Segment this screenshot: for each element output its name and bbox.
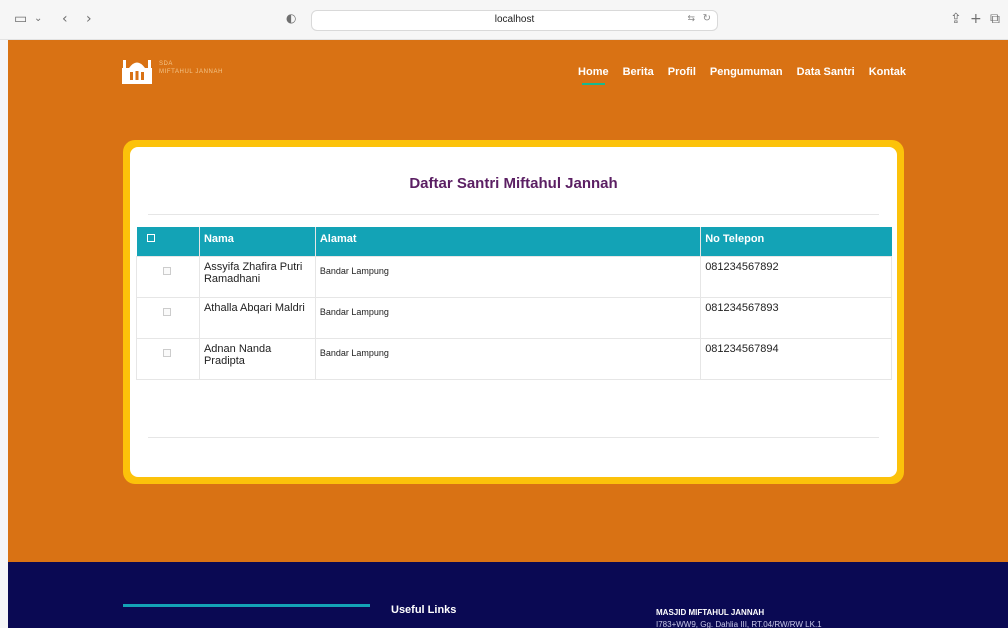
tabs-overview-icon[interactable]: ⧉ [990, 11, 1000, 27]
cell-alamat: Bandar Lampung [314, 337, 702, 380]
column-header-telepon: No Telepon [705, 233, 765, 245]
row-select-cell [136, 337, 200, 380]
footer: Useful Links MASJID MIFTAHUL JANNAH I783… [8, 562, 1008, 628]
santri-card-frame: Daftar Santri Miftahul Jannah Nama Alama… [123, 140, 904, 484]
main-nav: Home Berita Profil Pengumuman Data Santr… [578, 66, 906, 85]
page-title: Daftar Santri Miftahul Jannah [409, 175, 618, 192]
row-select-cell [136, 296, 200, 339]
footer-masjid-name: MASJID MIFTAHUL JANNAH [656, 608, 765, 617]
cell-telepon: 081234567894 [700, 337, 892, 380]
cell-alamat: Bandar Lampung [314, 296, 702, 339]
nav-kontak[interactable]: Kontak [869, 66, 906, 78]
shield-icon[interactable]: ◐ [286, 11, 296, 25]
footer-useful-links-heading: Useful Links [391, 604, 457, 616]
cell-nama: Assyifa Zhafira Putri Ramadhani [198, 255, 316, 298]
address-bar[interactable]: localhost ⇆ ↻ [311, 10, 718, 31]
sidebar-toggle-icon[interactable]: ▭ [14, 11, 27, 27]
cell-alamat: Bandar Lampung [314, 255, 702, 298]
browser-toolbar: ▭ ⌄ ‹ › ◐ localhost ⇆ ↻ ⇪ + ⧉ [0, 0, 1008, 40]
row-checkbox[interactable] [163, 266, 171, 275]
mosque-logo-icon [122, 60, 152, 84]
nav-data-santri[interactable]: Data Santri [797, 66, 855, 78]
table-row: Adnan Nanda Pradipta Bandar Lampung 0812… [136, 337, 892, 380]
share-icon[interactable]: ⇪ [950, 11, 962, 27]
table-row: Assyifa Zhafira Putri Ramadhani Bandar L… [136, 255, 892, 298]
santri-table: Nama Alamat No Telepon Assyifa Zhafira P… [136, 227, 892, 380]
divider [148, 214, 879, 215]
row-select-cell [136, 255, 200, 298]
divider [148, 437, 879, 438]
url-text: localhost [494, 14, 535, 25]
cell-nama: Adnan Nanda Pradipta [198, 337, 316, 380]
footer-address: I783+WW9, Gg. Dahlia III, RT.04/RW/RW LK… [656, 620, 822, 628]
brand-line2: MIFTAHUL JANNAH [159, 69, 224, 75]
cell-telepon: 081234567892 [700, 255, 892, 298]
nav-profil[interactable]: Profil [668, 66, 696, 78]
table-row: Athalla Abqari Maldri Bandar Lampung 081… [136, 296, 892, 339]
chevron-down-icon[interactable]: ⌄ [34, 13, 42, 24]
santri-card: Daftar Santri Miftahul Jannah Nama Alama… [130, 147, 897, 477]
nav-berita[interactable]: Berita [623, 66, 654, 78]
back-arrow-icon[interactable]: ‹ [62, 11, 68, 27]
page: SDA MIFTAHUL JANNAH Home Berita Profil P… [8, 40, 1008, 628]
brand-logo[interactable]: SDA MIFTAHUL JANNAH [121, 56, 261, 86]
footer-accent-bar [123, 604, 370, 607]
cell-telepon: 081234567893 [700, 296, 892, 339]
brand-line1: SDA [159, 61, 173, 67]
column-header-nama: Nama [199, 227, 316, 256]
forward-arrow-icon[interactable]: › [86, 11, 92, 27]
new-tab-icon[interactable]: + [970, 11, 982, 27]
reload-icon[interactable]: ↻ [703, 13, 711, 24]
column-header-alamat: Alamat [315, 227, 702, 256]
row-checkbox[interactable] [163, 348, 171, 357]
nav-pengumuman[interactable]: Pengumuman [710, 66, 783, 78]
select-all-checkbox[interactable] [146, 234, 155, 242]
table-header-row: Nama Alamat No Telepon [136, 227, 892, 256]
select-all-cell [136, 227, 200, 256]
row-checkbox[interactable] [163, 307, 171, 316]
nav-home[interactable]: Home [578, 66, 609, 85]
cell-nama: Athalla Abqari Maldri [198, 296, 316, 339]
translate-icon[interactable]: ⇆ [687, 14, 695, 24]
